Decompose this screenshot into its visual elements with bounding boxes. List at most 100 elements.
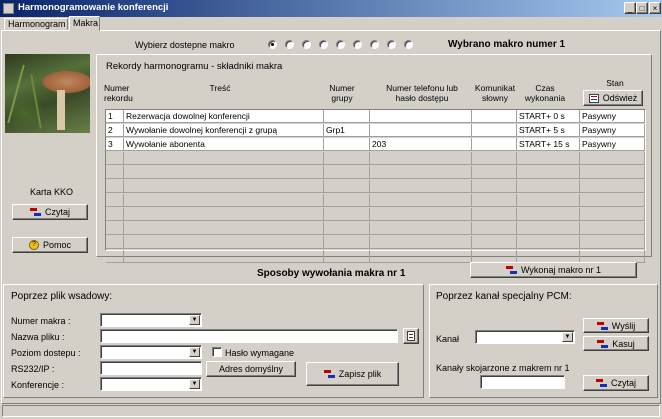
macro-radio[interactable] [370, 40, 379, 49]
grid-cell-content[interactable]: Wywołanie dowolnej konferencji z grupą [124, 124, 324, 137]
macro-radio[interactable] [336, 40, 345, 49]
grid-cell-num[interactable] [106, 208, 124, 221]
macro-number-select[interactable]: ▼ [100, 313, 202, 327]
macro-radio[interactable] [353, 40, 362, 49]
tab-harmonogram[interactable]: Harmonogram [4, 18, 68, 30]
access-level-select[interactable]: ▼ [100, 345, 202, 359]
grid-cell-phone[interactable] [370, 208, 472, 221]
grid-cell-time[interactable] [517, 222, 580, 235]
default-address-button[interactable]: Adres domyślny [206, 361, 296, 377]
grid-cell-message[interactable] [472, 236, 517, 249]
grid-cell-time[interactable] [517, 166, 580, 179]
grid-cell-message[interactable] [472, 166, 517, 179]
grid-cell-time[interactable] [517, 236, 580, 249]
grid-cell-group[interactable] [324, 180, 370, 193]
grid-cell-group[interactable] [324, 250, 370, 263]
grid-cell-content[interactable] [124, 194, 324, 207]
grid-cell-time[interactable] [517, 152, 580, 165]
grid-cell-group[interactable]: Grp1 [324, 124, 370, 137]
grid-cell-message[interactable] [472, 110, 517, 123]
kko-read-button[interactable]: Czytaj [12, 204, 88, 220]
grid-cell-phone[interactable] [370, 236, 472, 249]
grid-cell-state[interactable]: Pasywny [580, 138, 645, 151]
tab-makra[interactable]: Makra [69, 16, 100, 31]
grid-cell-message[interactable] [472, 222, 517, 235]
grid-cell-content[interactable] [124, 166, 324, 179]
grid-cell-phone[interactable] [370, 194, 472, 207]
grid-cell-phone[interactable] [370, 110, 472, 123]
macro-radio[interactable] [387, 40, 396, 49]
grid-cell-time[interactable]: START+ 5 s [517, 124, 580, 137]
grid-cell-state[interactable]: Pasywny [580, 110, 645, 123]
grid-cell-content[interactable] [124, 222, 324, 235]
grid-cell-num[interactable] [106, 236, 124, 249]
grid-cell-group[interactable] [324, 138, 370, 151]
grid-cell-time[interactable] [517, 208, 580, 221]
grid-cell-time[interactable]: START+ 0 s [517, 110, 580, 123]
browse-file-button[interactable] [403, 328, 419, 344]
grid-cell-phone[interactable] [370, 166, 472, 179]
grid-cell-content[interactable]: Rezerwacja dowolnej konferencji [124, 110, 324, 123]
grid-cell-time[interactable] [517, 194, 580, 207]
grid-cell-num[interactable] [106, 250, 124, 263]
grid-cell-content[interactable] [124, 250, 324, 263]
grid-cell-group[interactable] [324, 152, 370, 165]
grid-cell-content[interactable] [124, 236, 324, 249]
grid-cell-group[interactable] [324, 208, 370, 221]
channel-select[interactable]: ▼ [475, 330, 575, 344]
grid-cell-num[interactable] [106, 180, 124, 193]
grid-cell-phone[interactable] [370, 180, 472, 193]
grid-cell-group[interactable] [324, 110, 370, 123]
maximize-button[interactable]: □ [636, 2, 648, 14]
grid-cell-content[interactable]: Wywołanie abonenta [124, 138, 324, 151]
execute-macro-button[interactable]: Wykonaj makro nr 1 [470, 262, 637, 278]
save-file-button[interactable]: Zapisz plik [306, 362, 399, 386]
grid-cell-message[interactable] [472, 152, 517, 165]
macro-radio[interactable] [302, 40, 311, 49]
grid-cell-phone[interactable] [370, 250, 472, 263]
linked-channels-input[interactable] [480, 375, 565, 389]
pcm-read-button[interactable]: Czytaj [583, 375, 649, 391]
grid-cell-state[interactable] [580, 208, 645, 221]
rs232-input[interactable] [100, 361, 202, 375]
grid-cell-state[interactable]: Pasywny [580, 124, 645, 137]
grid-cell-num[interactable] [106, 152, 124, 165]
grid-cell-state[interactable] [580, 222, 645, 235]
grid-cell-state[interactable] [580, 166, 645, 179]
send-button[interactable]: Wyślij [583, 318, 649, 333]
grid-cell-group[interactable] [324, 194, 370, 207]
grid-cell-message[interactable] [472, 124, 517, 137]
minimize-button[interactable]: _ [624, 2, 636, 14]
password-required-checkbox[interactable] [212, 347, 222, 357]
grid-cell-content[interactable] [124, 208, 324, 221]
grid-cell-state[interactable] [580, 236, 645, 249]
grid-cell-time[interactable]: START+ 15 s [517, 138, 580, 151]
macro-radio[interactable] [268, 40, 277, 49]
conferences-select[interactable]: ▼ [100, 377, 202, 391]
grid-cell-message[interactable] [472, 180, 517, 193]
grid-cell-phone[interactable]: 203 [370, 138, 472, 151]
grid-cell-num[interactable]: 2 [106, 124, 124, 137]
grid-cell-content[interactable] [124, 152, 324, 165]
grid-cell-phone[interactable] [370, 222, 472, 235]
grid-cell-group[interactable] [324, 236, 370, 249]
grid-cell-group[interactable] [324, 166, 370, 179]
macro-radio[interactable] [404, 40, 413, 49]
grid-cell-state[interactable] [580, 180, 645, 193]
grid-cell-content[interactable] [124, 180, 324, 193]
macro-radio[interactable] [319, 40, 328, 49]
grid-cell-num[interactable] [106, 166, 124, 179]
grid-cell-num[interactable] [106, 194, 124, 207]
grid-cell-phone[interactable] [370, 152, 472, 165]
grid-cell-num[interactable]: 3 [106, 138, 124, 151]
grid-cell-message[interactable] [472, 194, 517, 207]
grid-cell-phone[interactable] [370, 124, 472, 137]
grid-cell-message[interactable] [472, 208, 517, 221]
grid-cell-num[interactable] [106, 222, 124, 235]
refresh-button[interactable]: Odśwież [583, 90, 643, 106]
grid-cell-num[interactable]: 1 [106, 110, 124, 123]
grid-cell-state[interactable] [580, 194, 645, 207]
grid-cell-message[interactable] [472, 138, 517, 151]
grid-cell-group[interactable] [324, 222, 370, 235]
close-button[interactable]: × [649, 2, 661, 14]
